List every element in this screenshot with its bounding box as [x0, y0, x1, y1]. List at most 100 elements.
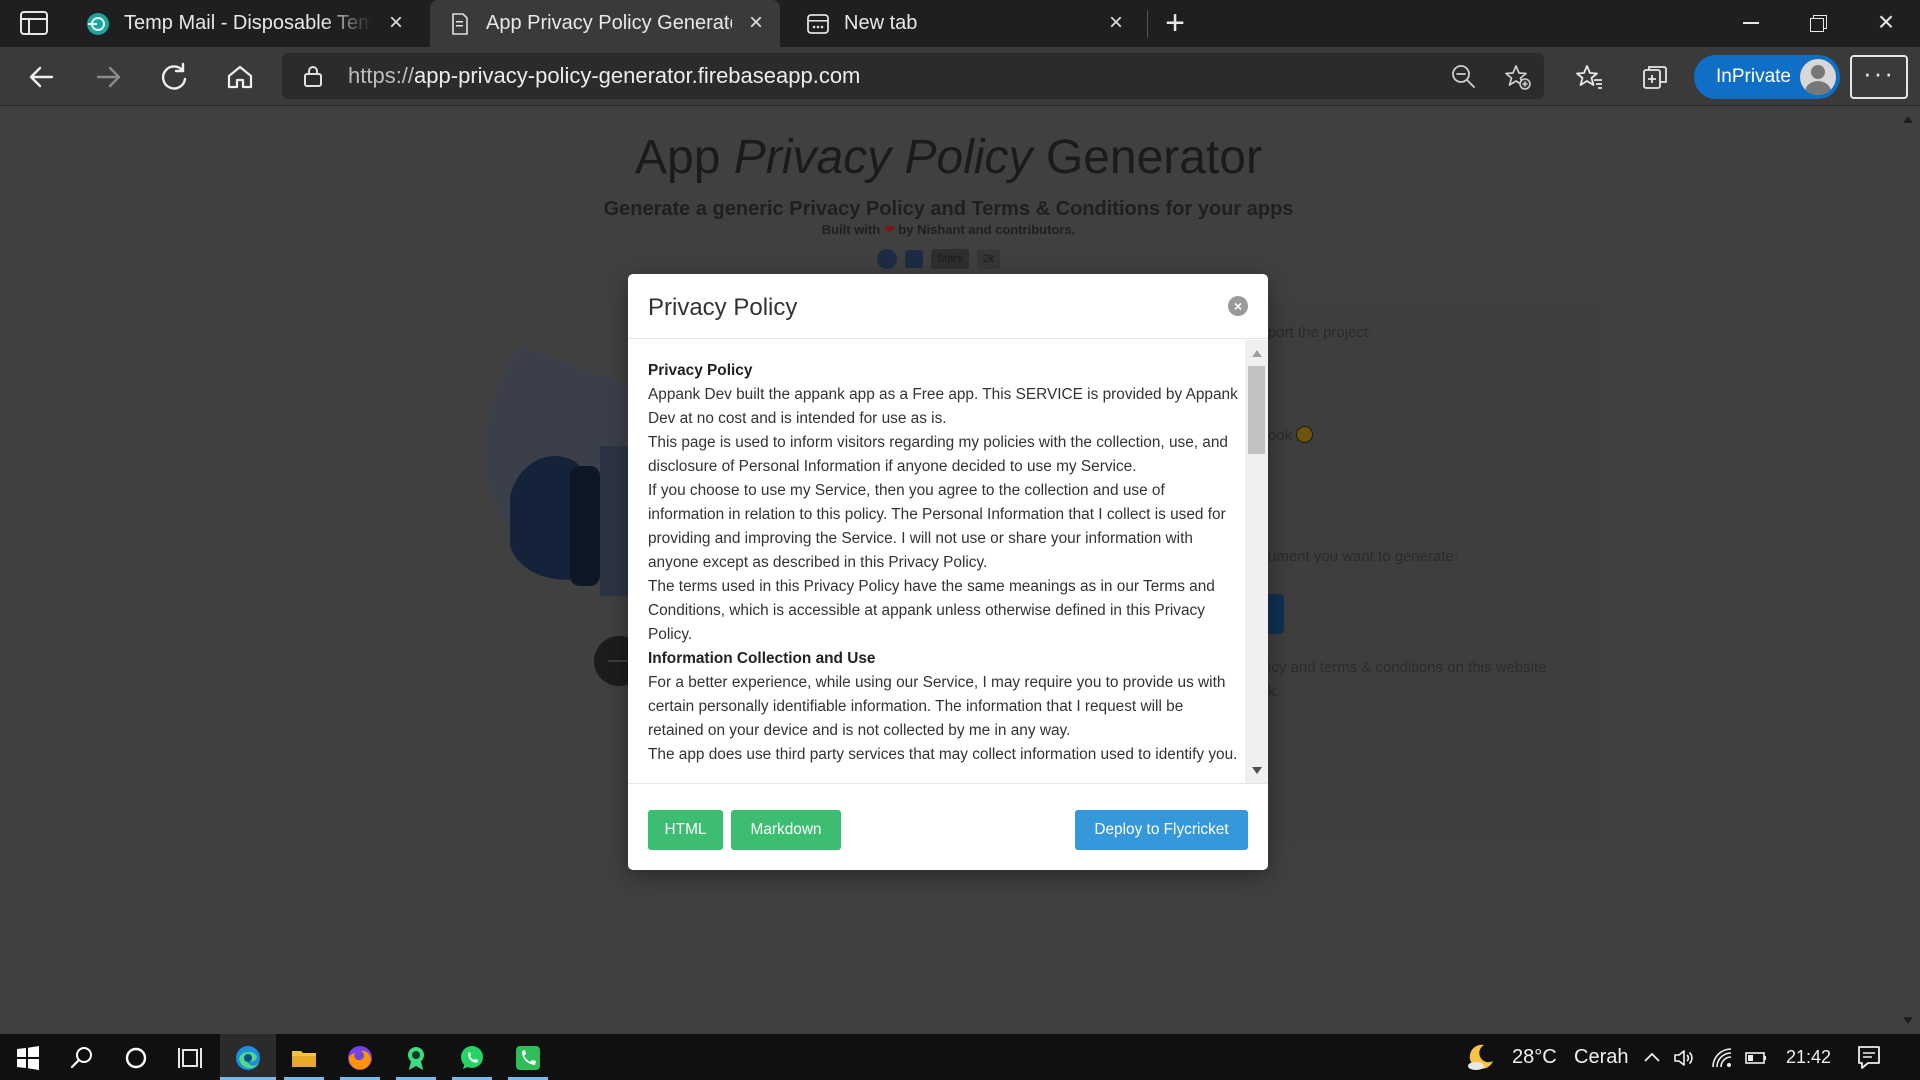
illustration-image	[485, 346, 630, 596]
policy-paragraph: For a better experience, while using our…	[648, 674, 1226, 739]
avatar	[1800, 59, 1836, 95]
temp-mail-favicon-icon	[87, 12, 109, 35]
weather-temperature[interactable]: 28°C	[1512, 1046, 1557, 1069]
search-button[interactable]	[54, 1034, 110, 1080]
social-badges: Stars 2k	[877, 249, 1001, 269]
policy-paragraph: If you choose to use my Service, then yo…	[648, 482, 1226, 571]
policy-paragraph: This page is used to inform visitors reg…	[648, 434, 1228, 475]
address-bar[interactable]: https://app-privacy-policy-generator.fir…	[282, 53, 1544, 99]
scroll-down-icon	[1903, 1017, 1913, 1024]
options-card	[1268, 302, 1600, 842]
firefox-icon	[348, 1046, 372, 1070]
markdown-button[interactable]: Markdown	[731, 810, 841, 850]
privacy-policy-modal: Privacy Policy × Privacy Policy Appank D…	[628, 274, 1268, 870]
task-view-button[interactable]	[162, 1034, 218, 1080]
modal-body[interactable]: Privacy Policy Appank Dev built the appa…	[628, 340, 1268, 784]
lock-icon[interactable]	[302, 64, 324, 88]
browser-tab-bar: Temp Mail - Disposable Temporary Email ×…	[0, 0, 1920, 47]
collections-icon[interactable]	[1640, 62, 1670, 92]
close-icon[interactable]: ×	[1228, 296, 1248, 316]
scroll-down-icon	[1252, 767, 1262, 774]
folder-icon	[292, 1051, 316, 1067]
tab-new-tab[interactable]: New tab ×	[790, 0, 1140, 47]
notification-center-icon[interactable]	[1856, 1044, 1882, 1070]
taskbar-firefox[interactable]	[332, 1034, 388, 1080]
taskbar-app-phone[interactable]	[500, 1034, 556, 1080]
policy-heading: Information Collection and Use	[648, 650, 876, 667]
html-button[interactable]: HTML	[648, 810, 723, 850]
reload-icon[interactable]	[154, 57, 194, 97]
wifi-icon[interactable]	[1710, 1046, 1734, 1070]
inprivate-button[interactable]: InPrivate	[1694, 55, 1840, 99]
page-credits: Built with ❤ by Nishant and contributors…	[821, 222, 1076, 237]
tab-separator	[1147, 10, 1148, 38]
forward-arrow-icon[interactable]	[88, 57, 128, 97]
volume-icon[interactable]	[1672, 1046, 1696, 1070]
policy-paragraph: The terms used in this Privacy Policy ha…	[648, 578, 1215, 643]
tab-app-privacy-policy[interactable]: App Privacy Policy Generator ×	[430, 0, 780, 47]
disclaimer-text: icy and terms & conditions on this websi…	[1268, 659, 1547, 676]
browser-toolbar: https://app-privacy-policy-generator.fir…	[0, 47, 1920, 106]
add-favorite-icon[interactable]	[1504, 63, 1532, 91]
battery-icon[interactable]	[1744, 1046, 1768, 1070]
weather-condition[interactable]: Cerah	[1574, 1046, 1628, 1069]
new-tab-plus-icon[interactable]: +	[1160, 6, 1190, 40]
tab-title: New tab	[844, 12, 918, 34]
tab-title: Temp Mail - Disposable Temporary Email	[124, 12, 372, 34]
back-arrow-icon[interactable]	[22, 57, 62, 97]
modal-header: Privacy Policy ×	[628, 274, 1268, 339]
generate-button[interactable]	[1268, 594, 1284, 634]
policy-heading: Privacy Policy	[648, 362, 753, 379]
taskbar-edge[interactable]	[220, 1034, 276, 1080]
deploy-flycricket-button[interactable]: Deploy to Flycricket	[1075, 810, 1248, 850]
scroll-up-icon	[1903, 116, 1913, 123]
start-button[interactable]	[0, 1034, 56, 1080]
new-tab-favicon-icon	[807, 13, 829, 34]
page-favicon-icon	[452, 12, 468, 35]
scroll-up-icon	[1252, 350, 1262, 357]
taskbar-app-green[interactable]	[388, 1034, 444, 1080]
github-stars-count: 2k	[976, 249, 1001, 269]
twitter-icon[interactable]	[877, 249, 897, 269]
home-icon[interactable]	[220, 57, 260, 97]
clock-time[interactable]: 21:42	[1786, 1047, 1831, 1068]
settings-more-button[interactable]: ···	[1850, 55, 1908, 99]
award-app-icon	[408, 1047, 424, 1070]
github-stars-badge[interactable]: Stars	[931, 249, 969, 269]
window-minimize-button[interactable]	[1716, 0, 1784, 47]
windows-logo-icon	[17, 1046, 39, 1070]
taskbar-file-explorer[interactable]	[276, 1034, 332, 1080]
tab-close-icon[interactable]: ×	[386, 11, 406, 35]
chevron-up-icon[interactable]	[1640, 1046, 1664, 1070]
window-restore-button[interactable]	[1784, 0, 1852, 47]
window-close-button[interactable]: ×	[1852, 0, 1920, 47]
windows-taskbar: 28°C Cerah 21:42	[0, 1034, 1920, 1080]
policy-paragraph: Appank Dev built the appank app as a Fre…	[648, 386, 1238, 427]
modal-scrollbar[interactable]	[1245, 340, 1268, 783]
inprivate-label: InPrivate	[1716, 66, 1791, 87]
cortana-button[interactable]	[108, 1034, 164, 1080]
weather-moon-icon[interactable]	[1466, 1042, 1496, 1072]
zoom-out-icon[interactable]	[1450, 63, 1476, 89]
disclaimer-text-2: k.	[1268, 683, 1280, 700]
smile-emoji-icon	[1296, 426, 1314, 443]
tab-actions-icon[interactable]	[20, 11, 48, 35]
taskbar-whatsapp[interactable]	[444, 1034, 500, 1080]
edge-icon	[236, 1046, 260, 1070]
support-text: port the project:	[1268, 324, 1373, 341]
policy-paragraph: The app does use third party services th…	[648, 746, 1238, 763]
tab-temp-mail[interactable]: Temp Mail - Disposable Temporary Email ×	[70, 0, 420, 47]
tab-close-icon[interactable]: ×	[746, 11, 766, 35]
page-subtitle: Generate a generic Privacy Policy and Te…	[603, 198, 1294, 220]
url-protocol: https://	[348, 63, 415, 88]
url-text[interactable]: https://app-privacy-policy-generator.fir…	[348, 63, 860, 89]
tab-close-icon[interactable]: ×	[1106, 11, 1126, 35]
page-scrollbar[interactable]	[1897, 106, 1920, 1034]
policy-text: Privacy Policy Appank Dev built the appa…	[648, 359, 1238, 767]
modal-footer: HTML Markdown Deploy to Flycricket	[628, 784, 1268, 870]
book-text: ook	[1268, 426, 1314, 444]
producthunt-icon[interactable]	[905, 250, 923, 268]
document-prompt-text: ument you want to generate:	[1268, 548, 1459, 565]
page-title: App Privacy Policy Generator	[635, 131, 1262, 184]
favorites-icon[interactable]	[1574, 62, 1604, 92]
